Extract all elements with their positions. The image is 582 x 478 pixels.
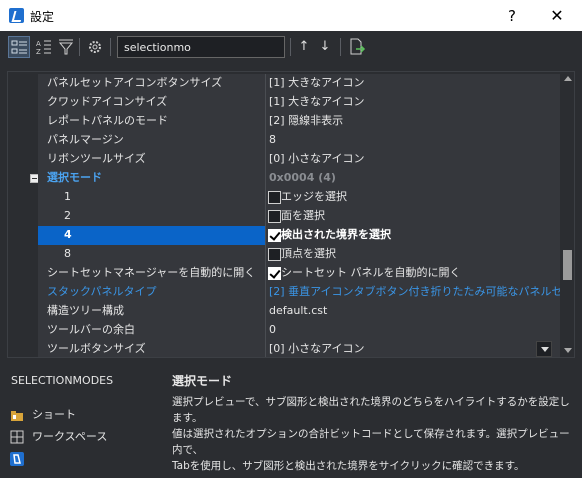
property-value[interactable]: [2] 隠線非表示 bbox=[266, 112, 560, 131]
grid-row-option[interactable]: 2 面を選択 bbox=[8, 207, 560, 226]
property-value[interactable]: 0 bbox=[266, 321, 560, 340]
checkbox[interactable] bbox=[268, 248, 281, 261]
description-title: 選択モード bbox=[172, 374, 233, 388]
window-title: 設定 bbox=[30, 10, 55, 24]
property-name: 8 bbox=[38, 245, 265, 264]
property-name: シートセットマネージャーを自動的に開く bbox=[38, 264, 265, 283]
property-name: 4 bbox=[38, 226, 265, 245]
property-value: エッジを選択 bbox=[266, 188, 560, 207]
property-value[interactable]: [1] 大きなアイコン bbox=[266, 74, 560, 93]
checkbox[interactable] bbox=[268, 267, 281, 280]
svg-text:A: A bbox=[36, 40, 41, 48]
nav-item-workspace[interactable]: ワークスペース bbox=[10, 428, 107, 446]
property-name: クワッドアイコンサイズ bbox=[38, 93, 265, 112]
property-value: 0x0004 (4) bbox=[266, 169, 560, 188]
grid-row[interactable]: クワッドアイコンサイズ [1] 大きなアイコン bbox=[8, 93, 560, 112]
alphabetical-view-button[interactable]: A Z bbox=[33, 36, 55, 58]
svg-text:Z: Z bbox=[36, 48, 41, 56]
workspace-icon bbox=[10, 430, 24, 444]
toolbar-separator bbox=[110, 38, 111, 56]
property-name: 1 bbox=[38, 188, 265, 207]
grid-row[interactable]: レポートパネルのモード [2] 隠線非表示 bbox=[8, 112, 560, 131]
property-value[interactable]: default.cst bbox=[266, 302, 560, 321]
export-button[interactable] bbox=[346, 36, 368, 58]
property-grid: パネルセットアイコンボタンサイズ [1] 大きなアイコン クワッドアイコンサイズ… bbox=[7, 71, 575, 358]
grid-row-option[interactable]: 4 検出された境界を選択 bbox=[8, 226, 560, 245]
property-name: リボンツールサイズ bbox=[38, 150, 265, 169]
checkbox[interactable] bbox=[268, 229, 281, 242]
title-bar: 設定 ? ✕ bbox=[0, 0, 582, 31]
gear-icon bbox=[89, 41, 101, 53]
alphabetical-icon: A Z bbox=[36, 40, 51, 56]
toolbar-separator bbox=[340, 38, 341, 56]
grid-row[interactable]: シートセットマネージャーを自動的に開く シートセット パネルを自動的に開く bbox=[8, 264, 560, 283]
chevron-down-icon[interactable] bbox=[536, 341, 552, 357]
property-name: ツールバーの余白 bbox=[38, 321, 265, 340]
grid-row-option[interactable]: 1 エッジを選択 bbox=[8, 188, 560, 207]
grid-row[interactable]: リボンツールサイズ [0] 小さなアイコン bbox=[8, 150, 560, 169]
grid-row[interactable]: ツールボタンサイズ [0] 小さなアイコン bbox=[8, 340, 560, 357]
property-value[interactable]: [2] 垂直アイコンタブボタン付き折りたたみ可能なパネルセット(カ bbox=[266, 283, 560, 302]
checkbox[interactable] bbox=[268, 210, 281, 223]
scroll-up-icon[interactable] bbox=[564, 76, 572, 81]
categorized-icon bbox=[11, 40, 27, 54]
nav-item-shortcut[interactable]: ショート bbox=[10, 406, 76, 424]
toolbar: A Z ↑ ↓ bbox=[0, 31, 582, 65]
previous-match-button[interactable]: ↑ bbox=[293, 36, 315, 58]
toolbar-separator bbox=[79, 38, 80, 56]
description-text: 選択プレビューで、サブ図形と検出された境界のどちらをハイライトするかを設定します… bbox=[172, 396, 570, 472]
grid-row[interactable]: パネルセットアイコンボタンサイズ [1] 大きなアイコン bbox=[8, 74, 560, 93]
property-value[interactable]: [1] 大きなアイコン bbox=[266, 93, 560, 112]
property-value: 検出された境界を選択 bbox=[266, 226, 560, 245]
grid-row[interactable]: パネルマージン 8 bbox=[8, 131, 560, 150]
toolbar-separator bbox=[290, 38, 291, 56]
property-value[interactable]: [0] 小さなアイコン bbox=[266, 150, 560, 169]
checkbox[interactable] bbox=[268, 191, 281, 204]
scroll-thumb[interactable] bbox=[563, 250, 572, 280]
vertical-scrollbar[interactable] bbox=[560, 72, 574, 357]
scroll-down-icon[interactable] bbox=[564, 348, 572, 353]
app-logo-icon bbox=[9, 8, 24, 23]
variable-name: SELECTIONMODES bbox=[11, 374, 114, 387]
property-value[interactable]: [0] 小さなアイコン bbox=[266, 340, 560, 357]
property-value: 面を選択 bbox=[266, 207, 560, 226]
close-button[interactable]: ✕ bbox=[540, 4, 574, 28]
property-name: ツールボタンサイズ bbox=[38, 340, 265, 357]
next-match-button[interactable]: ↓ bbox=[314, 36, 336, 58]
grid-row-option[interactable]: 8 頂点を選択 bbox=[8, 245, 560, 264]
grid-row[interactable]: 構造ツリー構成 default.cst bbox=[8, 302, 560, 321]
grid-row[interactable]: ツールバーの余白 0 bbox=[8, 321, 560, 340]
help-button[interactable]: ? bbox=[495, 4, 529, 28]
settings-button[interactable] bbox=[84, 36, 106, 58]
search-input[interactable] bbox=[117, 36, 285, 58]
nav-item-label: ワークスペース bbox=[32, 430, 108, 443]
property-name: 2 bbox=[38, 207, 265, 226]
property-name: パネルマージン bbox=[38, 131, 265, 150]
filter-icon bbox=[58, 39, 74, 55]
filter-button[interactable] bbox=[55, 36, 77, 58]
property-name: 構造ツリー構成 bbox=[38, 302, 265, 321]
property-value[interactable]: 8 bbox=[266, 131, 560, 150]
app-logo-icon[interactable] bbox=[10, 452, 24, 466]
nav-item-label: ショート bbox=[32, 408, 76, 421]
grid-row-selection-mode[interactable]: 選択モード 0x0004 (4) bbox=[8, 169, 560, 188]
shortcut-icon bbox=[11, 411, 23, 421]
property-value: シートセット パネルを自動的に開く bbox=[266, 264, 560, 283]
property-name: パネルセットアイコンボタンサイズ bbox=[38, 74, 265, 93]
property-name: レポートパネルのモード bbox=[38, 112, 265, 131]
property-value: 頂点を選択 bbox=[266, 245, 560, 264]
grid-row[interactable]: スタックパネルタイプ [2] 垂直アイコンタブボタン付き折りたたみ可能なパネルセ… bbox=[8, 283, 560, 302]
property-name: 選択モード bbox=[38, 169, 265, 188]
categorized-view-button[interactable] bbox=[8, 36, 30, 58]
export-icon bbox=[350, 38, 366, 55]
property-name: スタックパネルタイプ bbox=[38, 283, 265, 302]
